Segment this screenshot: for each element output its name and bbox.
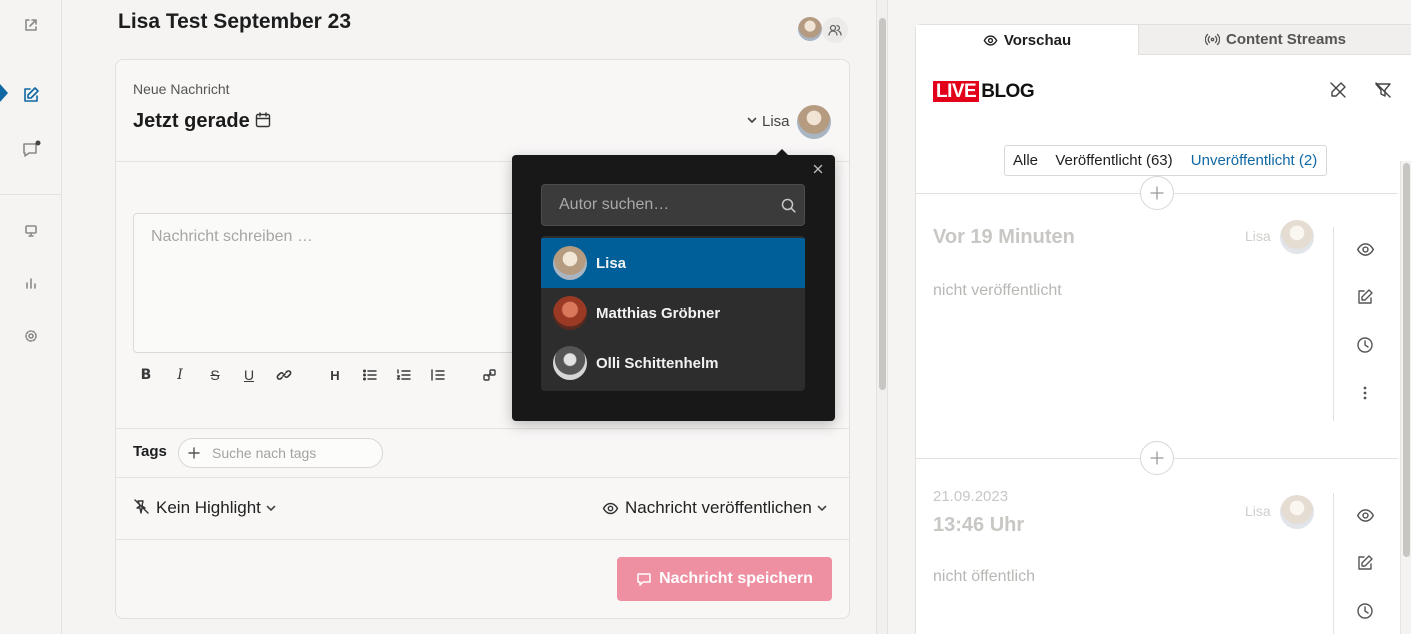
- post-time: 13:46 Uhr: [933, 514, 1025, 536]
- author-option-olli[interactable]: Olli Schittenhelm: [541, 338, 805, 388]
- owner-avatar[interactable]: [798, 17, 822, 41]
- post-author-avatar: [1280, 220, 1314, 254]
- logo-blog: BLOG: [981, 81, 1035, 102]
- message-textarea[interactable]: Nachricht schreiben …: [133, 213, 533, 353]
- broadcast-icon: [1204, 32, 1220, 47]
- post-author: Lisa: [1245, 503, 1271, 519]
- author-name: Olli Schittenhelm: [596, 354, 719, 372]
- underline-icon[interactable]: U: [239, 366, 259, 384]
- edit-post-icon[interactable]: [1355, 287, 1375, 307]
- author-list: Lisa Matthias Gröbner Olli Schittenhelm: [541, 236, 805, 391]
- message-icon: [636, 571, 652, 587]
- tab-preview[interactable]: Vorschau: [916, 25, 1138, 55]
- left-rail: [0, 0, 62, 634]
- preview-scrollbar[interactable]: [1400, 161, 1411, 634]
- logo-live: LIVE: [933, 81, 980, 102]
- plus-icon: [187, 446, 201, 460]
- filter-published[interactable]: Veröffentlicht (63): [1046, 145, 1183, 176]
- strikethrough-icon[interactable]: S: [205, 366, 225, 384]
- edit-post-icon[interactable]: [1355, 553, 1375, 573]
- author-selector-label[interactable]: Lisa: [762, 113, 790, 130]
- italic-icon[interactable]: I: [170, 366, 190, 384]
- author-name: Matthias Gröbner: [596, 304, 721, 322]
- chevron-down-icon[interactable]: [815, 501, 829, 515]
- post-status: nicht öffentlich: [933, 568, 1035, 585]
- post-date: 21.09.2023: [933, 488, 1009, 505]
- tags-label: Tags: [133, 443, 167, 460]
- scrollbar-thumb[interactable]: [1403, 163, 1410, 557]
- no-edit-icon[interactable]: [1328, 80, 1348, 100]
- active-indicator: [0, 84, 8, 102]
- publish-selector[interactable]: Nachricht veröffentlichen: [625, 498, 812, 518]
- save-button-label: Nachricht speichern: [659, 570, 813, 587]
- post-time: Vor 19 Minuten: [933, 226, 1075, 248]
- message-time[interactable]: Jetzt gerade: [133, 110, 250, 133]
- eye-icon: [602, 500, 619, 517]
- search-icon: [780, 197, 797, 214]
- no-highlight-icon[interactable]: [133, 498, 150, 515]
- message-placeholder: Nachricht schreiben …: [151, 228, 313, 245]
- avatar: [553, 346, 587, 380]
- author-name: Lisa: [596, 254, 627, 272]
- view-eye-icon[interactable]: [1355, 239, 1375, 259]
- tab-content-streams-label: Content Streams: [1225, 31, 1347, 48]
- preview-panel: Vorschau Content Streams LIVE BLOG Alle …: [915, 24, 1411, 634]
- team-users-icon[interactable]: [822, 17, 848, 43]
- author-search: [541, 184, 805, 226]
- bullet-list-icon[interactable]: [360, 366, 380, 384]
- stats-icon[interactable]: [20, 272, 42, 294]
- calendar-icon[interactable]: [254, 111, 272, 129]
- display-icon[interactable]: [20, 220, 42, 242]
- clock-icon[interactable]: [1355, 601, 1375, 621]
- filter-off-icon[interactable]: [1373, 80, 1393, 100]
- chevron-down-icon[interactable]: [745, 113, 759, 127]
- highlight-selector[interactable]: Kein Highlight: [156, 498, 261, 518]
- heading-icon[interactable]: H: [325, 366, 345, 384]
- close-icon[interactable]: [810, 161, 826, 177]
- tags-placeholder: Suche nach tags: [212, 445, 317, 461]
- tags-search-input[interactable]: Suche nach tags: [178, 438, 383, 468]
- author-option-lisa[interactable]: Lisa: [541, 238, 805, 288]
- save-message-button[interactable]: Nachricht speichern: [617, 557, 832, 601]
- bold-icon[interactable]: B: [136, 366, 156, 384]
- filter-unpublished[interactable]: Unveröffentlicht (2): [1182, 145, 1327, 176]
- exit-icon[interactable]: [20, 14, 42, 36]
- post-author-avatar: [1280, 495, 1314, 529]
- numbered-list-icon[interactable]: [394, 366, 414, 384]
- comments-icon[interactable]: [20, 139, 42, 161]
- view-eye-icon[interactable]: [1355, 505, 1375, 525]
- tab-content-streams[interactable]: Content Streams: [1138, 25, 1411, 55]
- scrollbar-thumb[interactable]: [879, 18, 886, 390]
- more-options-icon[interactable]: [1355, 383, 1375, 403]
- add-post-button[interactable]: [1140, 176, 1174, 210]
- author-search-input[interactable]: [542, 185, 772, 225]
- link-icon[interactable]: [274, 366, 294, 384]
- eye-icon: [983, 33, 998, 48]
- chevron-down-icon[interactable]: [264, 501, 278, 515]
- avatar: [553, 246, 587, 280]
- post-status: nicht veröffentlicht: [933, 282, 1062, 299]
- post-author: Lisa: [1245, 228, 1271, 244]
- author-option-matthias[interactable]: Matthias Gröbner: [541, 288, 805, 338]
- edit-icon[interactable]: [20, 84, 42, 106]
- indent-list-icon[interactable]: [428, 366, 448, 384]
- settings-gear-icon[interactable]: [20, 325, 42, 347]
- clock-icon[interactable]: [1355, 335, 1375, 355]
- embed-icon[interactable]: [480, 366, 500, 384]
- editor-scrollbar[interactable]: [876, 0, 888, 634]
- add-post-button[interactable]: [1140, 441, 1174, 475]
- author-avatar[interactable]: [797, 105, 831, 139]
- liveblog-logo: LIVE BLOG: [933, 81, 1035, 102]
- blog-title: Lisa Test September 23: [118, 10, 352, 33]
- tab-preview-label: Vorschau: [1003, 31, 1072, 49]
- avatar: [553, 296, 587, 330]
- new-message-label: Neue Nachricht: [133, 81, 230, 97]
- filter-all[interactable]: Alle: [1004, 145, 1047, 176]
